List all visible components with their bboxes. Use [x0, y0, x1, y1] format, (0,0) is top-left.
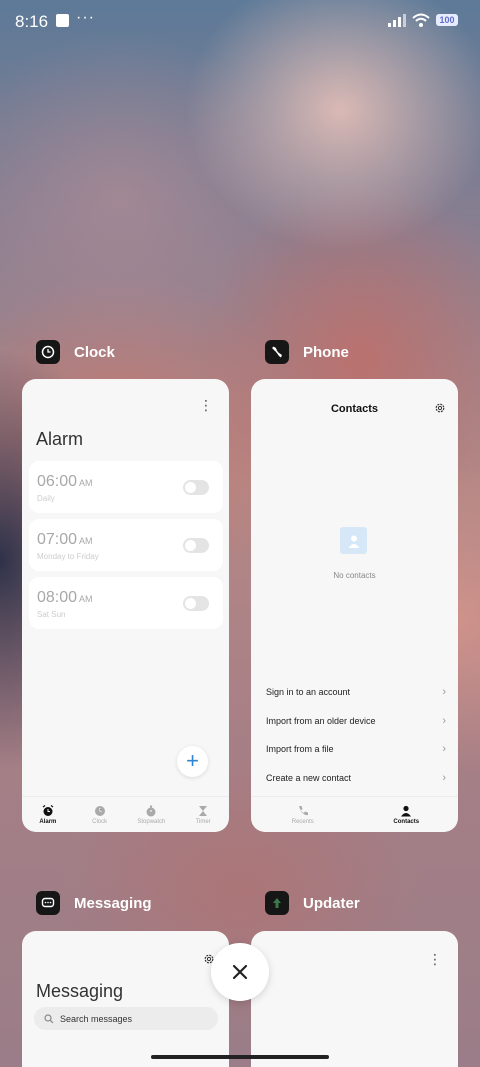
alarm-toggle[interactable] — [183, 596, 209, 611]
chevron-right-icon: › — [442, 743, 446, 755]
sign-in-option[interactable]: Sign in to an account › — [266, 686, 446, 698]
app-label-clock[interactable]: Clock — [36, 340, 115, 364]
alarm-page-title: Alarm — [36, 429, 84, 449]
wifi-icon — [412, 13, 430, 27]
more-vertical-icon[interactable]: ⋮ — [199, 398, 213, 412]
messaging-app-card[interactable]: Messaging Search messages — [22, 931, 229, 1067]
app-name-messaging: Messaging — [74, 894, 152, 912]
app-label-messaging[interactable]: Messaging — [36, 891, 152, 915]
chevron-right-icon: › — [442, 715, 446, 727]
alarm-repeat: Daily — [37, 494, 55, 503]
alarm-item[interactable]: 06:00 AM Daily — [29, 461, 223, 513]
nav-item-stopwatch[interactable]: Stopwatch — [126, 797, 178, 832]
nav-item-clock[interactable]: Clock — [74, 797, 126, 832]
updater-app-card[interactable]: ⋮ — [251, 931, 458, 1067]
clock-app-card[interactable]: ⋮ Alarm 06:00 AM Daily 07:00 AM Monday to … — [22, 379, 229, 832]
signal-icon — [388, 14, 406, 27]
person-icon — [401, 805, 412, 816]
import-older-device-option[interactable]: Import from an older device › — [266, 715, 446, 727]
clock-icon — [94, 805, 105, 816]
app-label-updater[interactable]: Updater — [265, 891, 360, 915]
hourglass-icon — [199, 805, 208, 816]
more-vertical-icon[interactable]: ⋮ — [428, 952, 442, 966]
nav-item-alarm[interactable]: Alarm — [22, 797, 74, 832]
battery-indicator: 100 — [436, 14, 458, 26]
contacts-title: Contacts — [330, 403, 379, 415]
alarm-time: 08:00 AM — [37, 589, 93, 606]
stopwatch-icon — [146, 805, 156, 816]
phone-app-icon — [265, 340, 289, 364]
messaging-app-icon — [36, 891, 60, 915]
alarm-repeat: Monday to Friday — [37, 552, 99, 561]
app-name-updater: Updater — [303, 894, 360, 912]
alarm-clock-icon — [42, 804, 54, 816]
gear-icon[interactable] — [434, 402, 446, 414]
phone-icon — [298, 805, 308, 815]
add-alarm-button[interactable]: + — [177, 746, 208, 777]
status-indicators: 100 — [388, 13, 458, 27]
chevron-right-icon: › — [442, 772, 446, 784]
notification-square-icon — [56, 14, 69, 27]
chevron-right-icon: › — [442, 686, 446, 698]
nav-item-timer[interactable]: Timer — [177, 797, 229, 832]
no-contacts-text: No contacts — [333, 571, 376, 580]
phone-bottom-nav: Recents Contacts — [251, 796, 458, 832]
app-label-phone[interactable]: Phone — [265, 340, 349, 364]
messaging-title: Messaging — [36, 981, 124, 1001]
app-name-clock: Clock — [74, 343, 115, 361]
clock-bottom-nav: Alarm Clock Stopwatch Timer — [22, 796, 229, 832]
clear-all-button[interactable] — [211, 943, 269, 1001]
clock-app-icon — [36, 340, 60, 364]
import-file-option[interactable]: Import from a file › — [266, 743, 446, 755]
alarm-toggle[interactable] — [183, 538, 209, 553]
search-placeholder: Search messages — [60, 1013, 133, 1024]
nav-item-recents[interactable]: Recents — [251, 797, 355, 832]
home-indicator[interactable] — [151, 1055, 329, 1059]
create-contact-option[interactable]: Create a new contact › — [266, 772, 446, 784]
phone-app-card[interactable]: Contacts No contacts Sign in to an accou… — [251, 379, 458, 832]
close-icon — [232, 964, 248, 980]
empty-contact-avatar-icon — [340, 527, 367, 554]
search-icon — [44, 1013, 54, 1023]
alarm-item[interactable]: 07:00 AM Monday to Friday — [29, 519, 223, 571]
alarm-toggle[interactable] — [183, 480, 209, 495]
alarm-time: 06:00 AM — [37, 473, 93, 490]
status-bar: 8:16 ··· 100 — [0, 0, 480, 44]
alarm-item[interactable]: 08:00 AM Sat Sun — [29, 577, 223, 629]
updater-app-icon — [265, 891, 289, 915]
app-name-phone: Phone — [303, 343, 349, 361]
alarm-repeat: Sat Sun — [37, 610, 66, 619]
status-time: 8:16 — [15, 12, 49, 31]
nav-item-contacts[interactable]: Contacts — [355, 797, 459, 832]
alarm-time: 07:00 AM — [37, 531, 93, 548]
status-more-icon: ··· — [76, 9, 95, 26]
search-messages-input[interactable]: Search messages — [34, 1007, 218, 1030]
